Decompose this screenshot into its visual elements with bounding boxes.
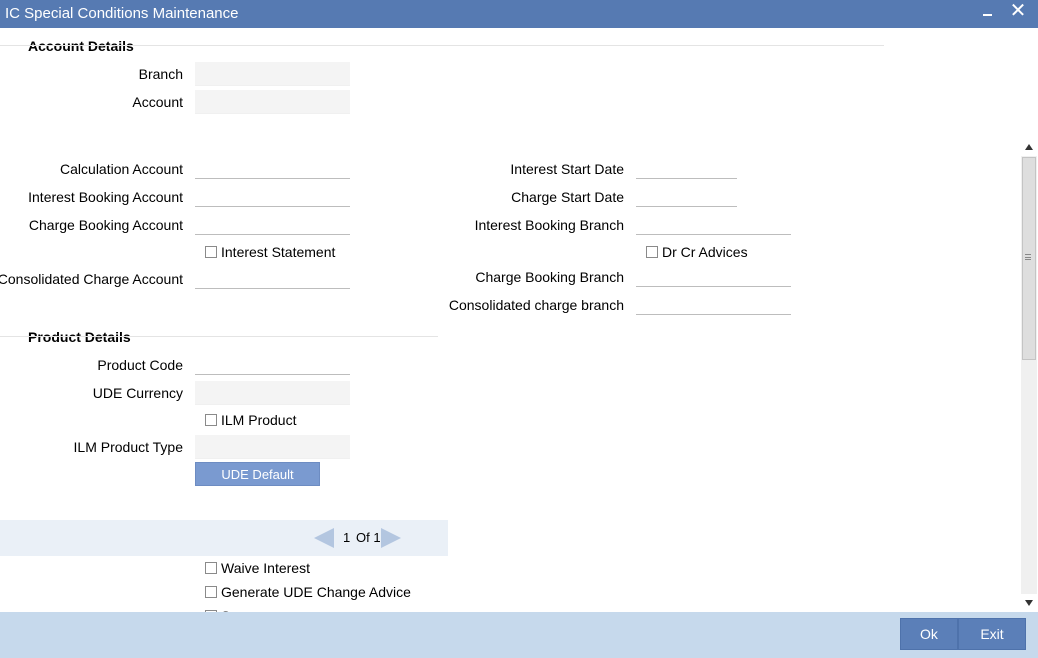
- generate-ude-change-advice-box[interactable]: [205, 586, 217, 598]
- ok-button[interactable]: Ok: [900, 618, 958, 650]
- account-details-title: Account Details: [28, 38, 134, 54]
- account-field[interactable]: [195, 90, 350, 114]
- product-code-field[interactable]: [195, 351, 350, 375]
- branch-field[interactable]: [195, 62, 350, 86]
- current-page: 1: [343, 530, 351, 545]
- next-page-icon[interactable]: [381, 528, 401, 548]
- product-details-divider: [0, 336, 438, 337]
- account-details-divider: [0, 45, 884, 46]
- scroll-down-icon[interactable]: [1025, 600, 1033, 606]
- exit-button[interactable]: Exit: [958, 618, 1026, 650]
- ude-default-button[interactable]: UDE Default: [195, 462, 320, 486]
- charge-booking-branch-label: Charge Booking Branch: [475, 269, 624, 285]
- charge-booking-branch-field[interactable]: [636, 263, 791, 287]
- scroll-up-icon[interactable]: [1025, 144, 1033, 150]
- dr-cr-advices-checkbox[interactable]: Dr Cr Advices: [646, 244, 748, 260]
- pagination-bar: 1 Of 1: [0, 520, 448, 556]
- consolidated-charge-branch-label: Consolidated charge branch: [448, 297, 624, 313]
- interest-statement-checkbox[interactable]: Interest Statement: [205, 244, 335, 260]
- waive-interest-checkbox[interactable]: Waive Interest: [205, 560, 310, 576]
- interest-start-date-label: Interest Start Date: [510, 161, 624, 177]
- interest-booking-branch-label: Interest Booking Branch: [474, 217, 624, 233]
- close-icon[interactable]: ✕: [1008, 0, 1028, 22]
- consolidated-charge-account-field[interactable]: [195, 265, 350, 289]
- ilm-product-type-field[interactable]: [195, 435, 350, 459]
- title-bar: IC Special Conditions Maintenance ✕: [0, 0, 1038, 28]
- waive-interest-box[interactable]: [205, 562, 217, 574]
- charge-start-date-field[interactable]: [636, 183, 737, 207]
- branch-label: Branch: [138, 66, 183, 82]
- previous-page-icon[interactable]: [314, 528, 334, 548]
- waive-interest-label: Waive Interest: [221, 560, 310, 576]
- ilm-product-checkbox[interactable]: ILM Product: [205, 412, 296, 428]
- charge-booking-account-field[interactable]: [195, 211, 350, 235]
- minimize-icon[interactable]: [981, 2, 995, 24]
- interest-booking-account-label: Interest Booking Account: [28, 189, 183, 205]
- consolidated-charge-branch-field[interactable]: [636, 291, 791, 315]
- ilm-product-type-label: ILM Product Type: [73, 439, 183, 455]
- account-label: Account: [132, 94, 183, 110]
- page-count: Of 1: [356, 530, 381, 545]
- ude-currency-field[interactable]: [195, 381, 350, 405]
- consolidated-charge-account-label: Consolidated Charge Account: [0, 271, 183, 287]
- generate-ude-change-advice-label: Generate UDE Change Advice: [221, 584, 411, 600]
- generate-ude-change-advice-checkbox[interactable]: Generate UDE Change Advice: [205, 584, 411, 600]
- interest-statement-box[interactable]: [205, 246, 217, 258]
- calculation-account-label: Calculation Account: [60, 161, 183, 177]
- calculation-account-field[interactable]: [195, 155, 350, 179]
- ilm-product-box[interactable]: [205, 414, 217, 426]
- dr-cr-advices-box[interactable]: [646, 246, 658, 258]
- scroll-grip-icon: [1025, 254, 1031, 260]
- product-details-title: Product Details: [28, 329, 131, 345]
- product-code-label: Product Code: [97, 357, 183, 373]
- window-title: IC Special Conditions Maintenance: [5, 5, 239, 22]
- ude-currency-label: UDE Currency: [92, 385, 183, 401]
- interest-booking-account-field[interactable]: [195, 183, 350, 207]
- interest-booking-branch-field[interactable]: [636, 211, 791, 235]
- interest-statement-label: Interest Statement: [221, 244, 336, 260]
- ilm-product-label: ILM Product: [221, 412, 297, 428]
- footer-bar: Ok Exit: [0, 612, 1038, 658]
- interest-start-date-field[interactable]: [636, 155, 737, 179]
- charge-start-date-label: Charge Start Date: [511, 189, 624, 205]
- form-content: Account Details Branch Account Calculati…: [0, 28, 1038, 612]
- vertical-scrollbar[interactable]: [1021, 140, 1037, 610]
- dr-cr-advices-label: Dr Cr Advices: [662, 244, 748, 260]
- charge-booking-account-label: Charge Booking Account: [28, 217, 183, 233]
